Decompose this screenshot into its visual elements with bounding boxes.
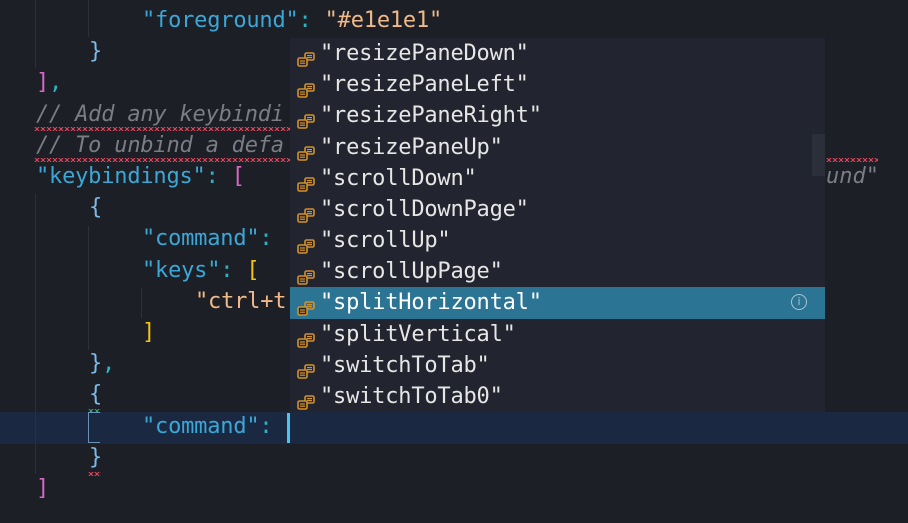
suggest-item-label: "scrollDown" bbox=[320, 165, 477, 191]
error-squiggle bbox=[34, 158, 290, 162]
token: : bbox=[298, 8, 325, 33]
token: { bbox=[89, 195, 103, 221]
code-line-text: }, bbox=[89, 348, 115, 379]
token: } bbox=[89, 444, 103, 470]
enum-member-icon bbox=[296, 202, 318, 223]
token: , bbox=[49, 70, 63, 96]
text-cursor bbox=[287, 413, 290, 443]
suggest-item-label: "scrollUpPage" bbox=[320, 259, 503, 285]
code-line-text: { bbox=[89, 379, 102, 410]
suggest-item-label: "resizePaneDown" bbox=[320, 41, 529, 66]
suggest-item-label: "scrollUp" bbox=[320, 228, 451, 254]
suggest-item[interactable]: "resizePaneRight" bbox=[290, 100, 825, 131]
suggest-item-label: "splitVertical" bbox=[320, 321, 516, 347]
suggest-scrollbar[interactable] bbox=[812, 134, 825, 176]
token: : bbox=[259, 226, 273, 252]
token: ] bbox=[36, 476, 50, 501]
code-line-text: ] bbox=[142, 317, 155, 348]
suggest-item[interactable]: "resizePaneDown" bbox=[290, 38, 825, 69]
suggest-item-label: "scrollDownPage" bbox=[320, 196, 529, 222]
code-line[interactable]: } bbox=[0, 442, 908, 473]
token: [ bbox=[231, 164, 245, 189]
code-line-text: "command": bbox=[142, 411, 286, 442]
code-line-text: "ctrl+t bbox=[195, 286, 287, 317]
token: // Add any keybindi bbox=[36, 101, 284, 127]
enum-member-icon bbox=[296, 171, 318, 192]
suggest-item[interactable]: "splitVertical" bbox=[290, 319, 825, 350]
suggest-item-label: "switchToTab" bbox=[320, 352, 490, 378]
suggest-item[interactable]: "scrollDown" bbox=[290, 163, 825, 194]
suggest-item-label: "resizePaneLeft" bbox=[320, 72, 529, 98]
suggest-item[interactable]: "scrollDownPage" bbox=[290, 194, 825, 225]
enum-member-icon bbox=[296, 108, 318, 130]
code-line-text: { bbox=[89, 192, 102, 223]
code-line[interactable]: "command": bbox=[0, 411, 908, 442]
token: "ctrl+t bbox=[195, 288, 287, 314]
token: "#e1e1e1" bbox=[324, 8, 443, 33]
suggest-item-label: "resizePaneRight" bbox=[320, 103, 542, 129]
token: ] bbox=[36, 70, 50, 96]
suggest-item[interactable]: "scrollUpPage" bbox=[290, 256, 825, 287]
comment-tail-text: und" bbox=[826, 164, 879, 190]
enum-member-icon bbox=[296, 295, 318, 317]
token: } bbox=[89, 39, 103, 65]
suggest-item-label: "resizePaneUp" bbox=[320, 134, 503, 160]
enum-member-icon bbox=[296, 389, 318, 410]
token: "foreground" bbox=[142, 8, 299, 33]
code-line[interactable]: "foreground": "#e1e1e1" bbox=[0, 5, 908, 36]
code-line-text: ], bbox=[36, 67, 62, 98]
suggest-item[interactable]: "switchToTab0" bbox=[290, 381, 825, 412]
suggest-widget[interactable]: "resizePaneDown" "resizePaneLeft" "resizeP… bbox=[290, 38, 825, 412]
enum-member-icon bbox=[296, 46, 318, 67]
enum-member-icon bbox=[296, 140, 318, 161]
token: { bbox=[89, 382, 103, 408]
code-line-text: "keys": [ bbox=[142, 255, 260, 286]
token: } bbox=[89, 351, 103, 377]
enum-member-icon bbox=[296, 358, 318, 379]
suggest-item[interactable]: "switchToTab" bbox=[290, 350, 825, 381]
suggest-item-selected[interactable]: "splitHorizontal" i bbox=[290, 287, 825, 319]
token: : bbox=[220, 257, 247, 283]
token: : bbox=[259, 413, 286, 439]
code-line-text: "foreground": "#e1e1e1" bbox=[142, 5, 442, 36]
bracket-match-indicator bbox=[88, 412, 100, 443]
token: "keybindings" bbox=[36, 164, 206, 189]
code-line[interactable]: ] bbox=[0, 473, 908, 504]
suggest-item[interactable]: "resizePaneLeft" bbox=[290, 69, 825, 100]
token: , bbox=[102, 351, 116, 377]
token: "keys" bbox=[142, 257, 221, 283]
token: : bbox=[205, 164, 232, 189]
error-squiggle bbox=[826, 158, 878, 162]
enum-member-icon bbox=[296, 327, 318, 348]
suggest-item-label: "switchToTab0" bbox=[320, 383, 503, 409]
token: "command" bbox=[142, 413, 260, 439]
enum-member-icon bbox=[296, 233, 318, 254]
token: "command" bbox=[142, 226, 260, 252]
suggest-item-label: "splitHorizontal" bbox=[320, 290, 542, 316]
enum-member-icon bbox=[296, 264, 318, 285]
error-squiggle bbox=[88, 472, 101, 476]
code-line-text: } bbox=[89, 36, 102, 67]
code-line-text: ] bbox=[36, 473, 49, 504]
info-icon[interactable]: i bbox=[791, 294, 807, 311]
suggest-item[interactable]: "resizePaneUp" bbox=[290, 132, 825, 163]
error-squiggle bbox=[34, 127, 290, 131]
token: [ bbox=[246, 257, 260, 283]
code-line-text: } bbox=[89, 442, 102, 473]
code-line-text: "keybindings": [ bbox=[36, 161, 245, 192]
code-line-text: "command": bbox=[142, 223, 273, 254]
suggest-item[interactable]: "scrollUp" bbox=[290, 225, 825, 256]
enum-member-icon bbox=[296, 77, 318, 98]
code-line-text: // Add any keybindi bbox=[36, 99, 284, 130]
token: ] bbox=[142, 320, 156, 345]
